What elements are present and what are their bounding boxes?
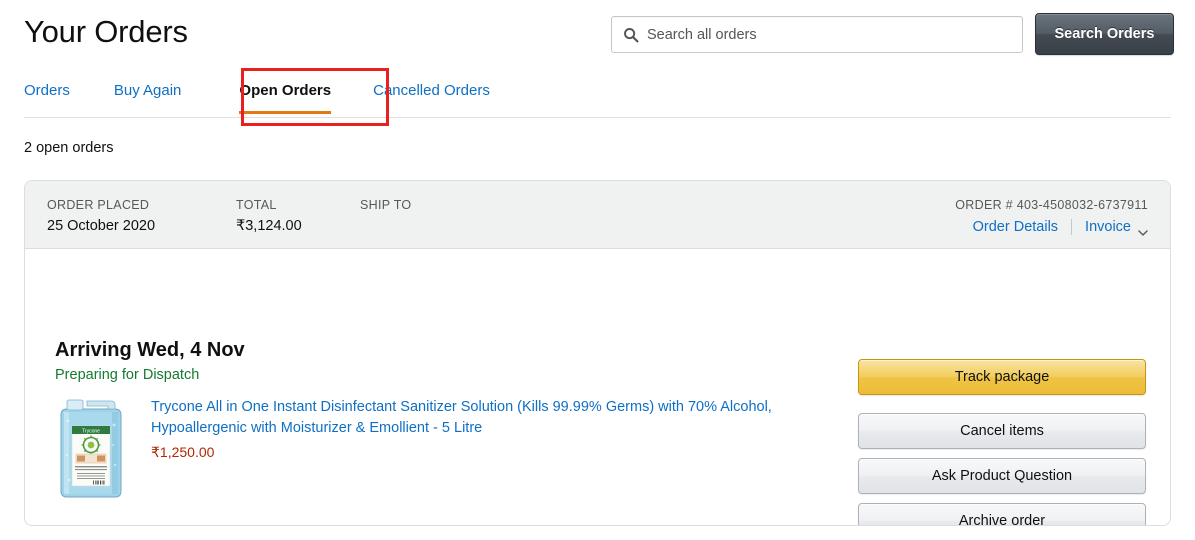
- order-number: ORDER # 403-4508032-6737911: [955, 198, 1148, 212]
- search-orders-button[interactable]: Search Orders: [1035, 13, 1174, 55]
- product-thumbnail[interactable]: Trycone: [55, 395, 127, 499]
- tab-orders-label: Orders: [24, 82, 70, 99]
- order-card-body: Arriving Wed, 4 Nov Preparing for Dispat…: [25, 249, 1170, 525]
- order-total-column: TOTAL ₹3,124.00: [236, 197, 302, 237]
- arriving-date: Arriving Wed, 4 Nov: [55, 339, 245, 361]
- tabs-row: Orders Buy Again Open Orders Cancelled O…: [0, 70, 1195, 118]
- ship-to-label: SHIP TO: [360, 198, 412, 212]
- order-meta-links: Order Details Invoice: [955, 216, 1148, 238]
- link-separator: [1071, 219, 1073, 235]
- ship-to-column: SHIP TO: [360, 197, 411, 215]
- product-title-link[interactable]: Trycone All in One Instant Disinfectant …: [151, 397, 791, 439]
- order-item-row: Trycone Trycone All in One Instant Disin…: [55, 395, 840, 499]
- search-input[interactable]: [647, 26, 1007, 43]
- cancel-items-button[interactable]: Cancel items: [858, 413, 1146, 449]
- page-header: Your Orders Search Orders: [0, 0, 1195, 70]
- archive-order-button[interactable]: Archive order: [858, 503, 1146, 525]
- search-icon: [624, 27, 639, 42]
- order-placed-value: 25 October 2020: [47, 218, 156, 234]
- tab-open-orders[interactable]: Open Orders: [239, 70, 332, 114]
- order-placed-label: ORDER PLACED: [47, 198, 150, 212]
- open-orders-count: 2 open orders: [24, 140, 114, 156]
- chevron-down-icon[interactable]: [1138, 223, 1148, 236]
- order-details-link[interactable]: Order Details: [973, 216, 1058, 238]
- tab-cancelled-orders-label: Cancelled Orders: [373, 82, 490, 99]
- tab-buy-again[interactable]: Buy Again: [114, 70, 182, 114]
- delivery-info: Arriving Wed, 4 Nov Preparing for Dispat…: [55, 337, 245, 385]
- order-meta-right: ORDER # 403-4508032-6737911 Order Detail…: [955, 197, 1148, 238]
- order-item-details: Trycone All in One Instant Disinfectant …: [151, 395, 791, 462]
- product-price: ₹1,250.00: [151, 444, 215, 460]
- active-tab-underline: [239, 111, 332, 114]
- track-package-button[interactable]: Track package: [858, 359, 1146, 395]
- order-total-label: TOTAL: [236, 198, 277, 212]
- page-title: Your Orders: [24, 14, 188, 49]
- order-card: ORDER PLACED 25 October 2020 TOTAL ₹3,12…: [24, 180, 1171, 526]
- search-box[interactable]: [611, 16, 1023, 53]
- order-actions: Track package Cancel items Ask Product Q…: [858, 359, 1146, 525]
- order-card-header: ORDER PLACED 25 October 2020 TOTAL ₹3,12…: [25, 181, 1170, 249]
- tabs-list: Orders Buy Again Open Orders Cancelled O…: [24, 70, 490, 114]
- svg-text:Trycone: Trycone: [82, 428, 100, 434]
- tab-cancelled-orders[interactable]: Cancelled Orders: [373, 70, 490, 114]
- delivery-status: Preparing for Dispatch: [55, 367, 200, 383]
- ask-product-question-button[interactable]: Ask Product Question: [858, 458, 1146, 494]
- order-total-value: ₹3,124.00: [236, 218, 302, 234]
- tabs-divider: [24, 117, 1171, 118]
- order-placed-column: ORDER PLACED 25 October 2020: [47, 197, 155, 237]
- invoice-link[interactable]: Invoice: [1085, 216, 1131, 238]
- tab-buy-again-label: Buy Again: [113, 82, 182, 99]
- tab-open-orders-label: Open Orders: [239, 82, 332, 99]
- tab-orders[interactable]: Orders: [24, 70, 70, 114]
